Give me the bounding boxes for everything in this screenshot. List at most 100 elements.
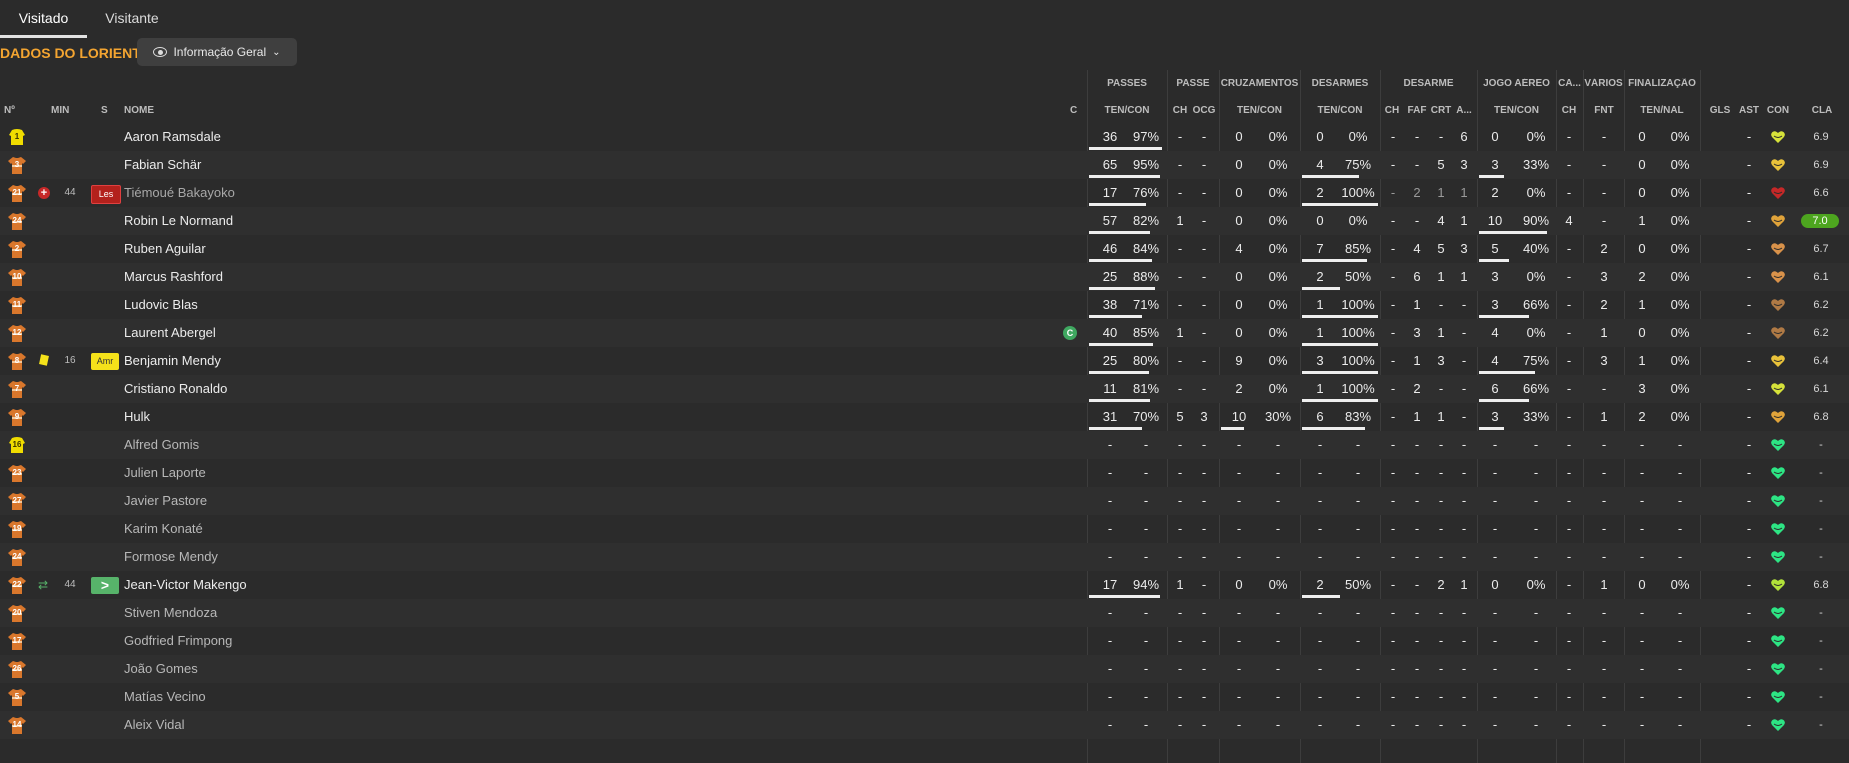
chances-created: - <box>1201 325 1207 340</box>
column-header-des-crt[interactable]: CRT <box>1430 105 1452 116</box>
player-name[interactable]: Ruben Aguilar <box>124 235 1024 263</box>
assists: - <box>1746 241 1752 256</box>
defensive-stat: - <box>1390 157 1396 172</box>
player-name[interactable]: Tiémoué Bakayoko <box>124 179 1024 207</box>
table-row[interactable]: 3 Fabian Schär 65 95% - -0 0% 4 75% - -5 3 3 33% - -0 0%… <box>0 151 1849 179</box>
table-row[interactable]: 27 Javier Pastore - - - - - - - - - - - - - - - - - - - - <box>0 487 1849 515</box>
key-passes: - <box>1177 689 1183 704</box>
player-name[interactable]: Robin Le Normand <box>124 207 1024 235</box>
column-header-ast[interactable]: AST <box>1736 105 1762 116</box>
column-header-passe-ocg[interactable]: OCG <box>1192 105 1216 116</box>
player-name[interactable]: Matías Vecino <box>124 683 1024 711</box>
player-name[interactable]: Jean-Victor Makengo <box>124 571 1024 599</box>
player-name[interactable]: João Gomes <box>124 655 1024 683</box>
table-row[interactable]: 12 Laurent Abergel C 40 85% 1-0 0% 1 100% -3 1-4 0%… <box>0 319 1849 347</box>
column-header-name[interactable]: NOME <box>124 105 204 116</box>
view-dropdown[interactable]: Informação Geral ⌄ <box>137 38 297 66</box>
player-name[interactable]: Godfried Frimpong <box>124 627 1024 655</box>
assists: - <box>1746 297 1752 312</box>
column-header-passes[interactable]: TEN/CON <box>1087 105 1167 116</box>
table-row[interactable]: 26 João Gomes - - - - - - - - - - - - - - - - - - - - <box>0 655 1849 683</box>
player-name[interactable]: Ludovic Blas <box>124 291 1024 319</box>
column-header-fin[interactable]: TEN/NAL <box>1624 105 1700 116</box>
fouls-stat: 1 <box>1600 409 1608 424</box>
player-name[interactable]: Hulk <box>124 403 1024 431</box>
crosses-attempted: 9 <box>1235 353 1243 368</box>
table-row[interactable]: 7 Cristiano Ronaldo 11 81% - -2 0% 1 100% -2- -6 66… <box>0 375 1849 403</box>
goals <box>1707 319 1733 347</box>
defensive-stat: - <box>1414 549 1420 564</box>
ca-stat: - <box>1566 241 1572 256</box>
column-header-passe-ch[interactable]: CH <box>1170 105 1190 116</box>
column-header-cla[interactable]: CLA <box>1808 105 1836 116</box>
tackles-won-pct: - <box>1355 661 1361 676</box>
defensive-stat: - <box>1414 521 1420 536</box>
table-row[interactable]: 20 Stiven Mendoza - - - - - - - - - - - - - - - - - - - - <box>0 599 1849 627</box>
column-header-con[interactable]: CON <box>1764 105 1792 116</box>
player-name[interactable]: Marcus Rashford <box>124 263 1024 291</box>
match-rating: 6.7 <box>1813 243 1829 255</box>
passes-completed-pct: - <box>1143 549 1149 564</box>
assists: - <box>1746 521 1752 536</box>
crosses-completed-pct: 0% <box>1268 269 1288 284</box>
table-row[interactable]: 8 16 Amr Benjamin Mendy 25 80% - -9 0% 3 100% -1 3-4… <box>0 347 1849 375</box>
table-row[interactable]: 9 Hulk 31 70% 5 3 10 30% 6 83% -1 1-3 33% -1 2 0% -6.8 <box>0 403 1849 431</box>
column-header-s[interactable]: S <box>101 105 113 116</box>
goals <box>1707 543 1733 571</box>
player-name[interactable]: Karim Konaté <box>124 515 1024 543</box>
column-header-des-a[interactable]: A... <box>1453 105 1475 116</box>
table-row[interactable]: 24 Robin Le Normand 57 82% 1-0 0% 0 0% - -4 1 10 90%… <box>0 207 1849 235</box>
defensive-stat: - <box>1438 381 1444 396</box>
ca-stat: - <box>1566 297 1572 312</box>
column-header-c[interactable]: C <box>1070 105 1084 116</box>
headers-won-pct: 33% <box>1522 409 1550 424</box>
tab-visitante[interactable]: Visitante <box>87 0 177 38</box>
ca-stat: - <box>1566 353 1572 368</box>
column-header-min[interactable]: MIN <box>51 105 75 116</box>
table-row[interactable]: 2 Ruben Aguilar 46 84% - -4 0% 7 85% -4 5 3 5 40% -2 0 0… <box>0 235 1849 263</box>
defensive-stat: 4 <box>1413 241 1421 256</box>
player-name[interactable]: Javier Pastore <box>124 487 1024 515</box>
table-row[interactable]: 21 +44 Les Tiémoué Bakayoko 17 76% - -0 0% 2 100% -… <box>0 179 1849 207</box>
player-name[interactable]: Cristiano Ronaldo <box>124 375 1024 403</box>
column-header-fnt[interactable]: FNT <box>1585 105 1623 116</box>
player-name[interactable]: Aleix Vidal <box>124 711 1024 739</box>
table-row[interactable]: 19 Karim Konaté - - - - - - - - - - - - - - - - - - - - <box>0 515 1849 543</box>
condition-heart-icon <box>1770 325 1786 341</box>
column-header-cruz[interactable]: TEN/CON <box>1219 105 1300 116</box>
player-name[interactable]: Stiven Mendoza <box>124 599 1024 627</box>
crosses-completed-pct: 0% <box>1268 241 1288 256</box>
player-name[interactable]: Aaron Ramsdale <box>124 123 1024 151</box>
player-name[interactable]: Benjamin Mendy <box>124 347 1024 375</box>
player-name[interactable]: Formose Mendy <box>124 543 1024 571</box>
player-name[interactable]: Alfred Gomis <box>124 431 1024 459</box>
assists: - <box>1746 493 1752 508</box>
column-header-no[interactable]: Nº <box>4 105 24 116</box>
table-row[interactable]: 10 Marcus Rashford 25 88% - -0 0% 2 50% -6 1 1 3 0% -3… <box>0 263 1849 291</box>
column-header-aereo[interactable]: TEN/CON <box>1477 105 1556 116</box>
column-header-des-faf[interactable]: FAF <box>1406 105 1428 116</box>
table-row[interactable]: 24 Formose Mendy - - - - - - - - - - - - - - - - - - - - <box>0 543 1849 571</box>
table-row[interactable]: 22 ⇄ 44 > Jean-Victor Makengo 17 94% 1-0 0% 2 50% -… <box>0 571 1849 599</box>
chances-created: - <box>1201 521 1207 536</box>
tab-visitado[interactable]: Visitado <box>0 0 87 38</box>
column-header-desarmes[interactable]: TEN/CON <box>1300 105 1380 116</box>
column-group-header: FINALIZAÇÃO <box>1628 78 1696 89</box>
column-header-des-ch[interactable]: CH <box>1382 105 1402 116</box>
table-row[interactable]: 17 Godfried Frimpong - - - - - - - - - - - - - - - - - - - - <box>0 627 1849 655</box>
headers-attempted: - <box>1492 689 1498 704</box>
player-name[interactable]: Fabian Schär <box>124 151 1024 179</box>
shirt-number: 12 <box>12 328 22 337</box>
table-row[interactable]: 23 Julien Laporte - - - - - - - - - - - - - - - - - - - - <box>0 459 1849 487</box>
player-name[interactable]: Julien Laporte <box>124 459 1024 487</box>
table-row[interactable]: 11 Ludovic Blas 38 71% - -0 0% 1 100% -1- -3 66% -2 1… <box>0 291 1849 319</box>
column-header-ca-ch[interactable]: CH <box>1558 105 1580 116</box>
table-row[interactable]: 1 Aaron Ramsdale 36 97% - -0 0% 0 0% - - -6 0 0% - -0 0%… <box>0 123 1849 151</box>
match-rating: 6.8 <box>1813 411 1829 423</box>
table-row[interactable]: 14 Aleix Vidal - - - - - - - - - - - - - - - - - - - - <box>0 711 1849 739</box>
table-row[interactable]: 5 Matías Vecino - - - - - - - - - - - - - - - - - - - - <box>0 683 1849 711</box>
table-row[interactable]: 16 Alfred Gomis - - - - - - - - - - - - - - - - - - - - <box>0 431 1849 459</box>
player-name[interactable]: Laurent Abergel <box>124 319 1024 347</box>
goals <box>1707 375 1733 403</box>
column-header-gls[interactable]: GLS <box>1707 105 1733 116</box>
